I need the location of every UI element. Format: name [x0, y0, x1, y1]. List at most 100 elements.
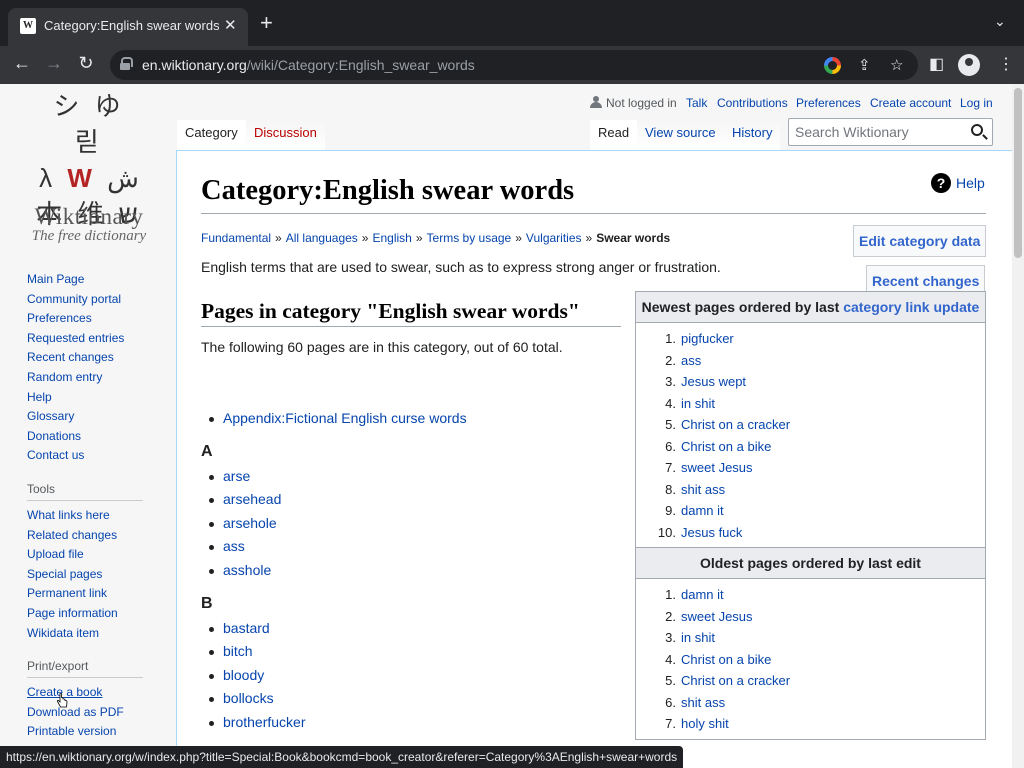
sidebar-item-preferences[interactable]: Preferences: [27, 309, 167, 329]
help-link[interactable]: ? Help: [931, 173, 985, 193]
share-icon[interactable]: ⇪: [858, 56, 871, 74]
wiktionary-logo[interactable]: シ ゆ 릳λ W ش本 维 ש Wiktionary The free dict…: [22, 88, 156, 248]
sidebar-item-printable-version[interactable]: Printable version: [27, 722, 167, 742]
breadcrumb-current: Swear words: [596, 231, 671, 245]
page-link[interactable]: Jesus fuck: [681, 525, 742, 540]
list-item: asshole: [201, 559, 621, 583]
page-link[interactable]: Christ on a bike: [681, 439, 771, 454]
sidebar-item-recent-changes[interactable]: Recent changes: [27, 348, 167, 368]
sidebar-item-community-portal[interactable]: Community portal: [27, 290, 167, 310]
sidebar-item-requested-entries[interactable]: Requested entries: [27, 329, 167, 349]
bookmark-star-icon[interactable]: ☆: [890, 56, 903, 74]
page-link[interactable]: shit ass: [681, 482, 725, 497]
sidebar-item-help[interactable]: Help: [27, 388, 167, 408]
page-link[interactable]: shit ass: [681, 695, 725, 710]
page-link[interactable]: asshole: [223, 562, 271, 578]
sidebar-item-page-information[interactable]: Page information: [27, 604, 167, 624]
sidebar-item-download-pdf[interactable]: Download as PDF: [27, 703, 167, 723]
close-tab-icon[interactable]: ✕: [224, 16, 237, 34]
sidebar-item-random-entry[interactable]: Random entry: [27, 368, 167, 388]
breadcrumb-all-languages[interactable]: All languages: [286, 231, 358, 245]
new-tab-icon[interactable]: +: [260, 12, 273, 34]
sidebar-item-special-pages[interactable]: Special pages: [27, 565, 167, 585]
tab-search-chevron-icon[interactable]: ⌄: [994, 13, 1006, 30]
page-link[interactable]: Jesus wept: [681, 374, 746, 389]
forward-icon[interactable]: →: [42, 53, 66, 74]
edit-category-data-button[interactable]: Edit category data: [853, 225, 987, 257]
page-link[interactable]: bitch: [223, 643, 253, 659]
preferences-link[interactable]: Preferences: [796, 96, 861, 110]
sidebar-item-upload-file[interactable]: Upload file: [27, 545, 167, 565]
page-link[interactable]: Christ on a bike: [681, 652, 771, 667]
page-title: Category:English swear words: [201, 171, 986, 214]
page-link[interactable]: damn it: [681, 587, 724, 602]
tab-read[interactable]: Read: [590, 120, 638, 150]
appendix-link[interactable]: Appendix:Fictional English curse words: [223, 410, 467, 426]
sidebar-item-permanent-link[interactable]: Permanent link: [27, 584, 167, 604]
page-link[interactable]: sweet Jesus: [681, 460, 753, 475]
list-item: bitch: [201, 640, 621, 664]
google-lens-icon[interactable]: [824, 57, 841, 74]
sidebar-item-glossary[interactable]: Glossary: [27, 407, 167, 427]
list-item: 7. sweet Jesus: [665, 460, 753, 475]
sidebar-item-related-changes[interactable]: Related changes: [27, 526, 167, 546]
breadcrumb-terms-by-usage[interactable]: Terms by usage: [427, 231, 512, 245]
page-link[interactable]: bloody: [223, 667, 264, 683]
page-link[interactable]: Christ on a cracker: [681, 673, 790, 688]
tab-title: Category:English swear words: [44, 18, 219, 33]
page-link[interactable]: bollocks: [223, 690, 274, 706]
list-item: 2. ass: [665, 352, 702, 368]
page-link[interactable]: arsehole: [223, 515, 277, 531]
search-input[interactable]: Search Wiktionary: [788, 118, 993, 146]
tab-category[interactable]: Category: [177, 120, 246, 150]
tab-history[interactable]: History: [724, 120, 781, 150]
page-link[interactable]: brotherfucker: [223, 714, 305, 730]
browser-menu-icon[interactable]: ⋮: [998, 54, 1014, 74]
category-link-update-link[interactable]: category link update: [843, 299, 979, 315]
search-icon[interactable]: [971, 124, 983, 136]
list-item: 8. shit ass: [665, 481, 726, 497]
page-link[interactable]: holy shit: [681, 716, 729, 731]
sidebar-item-create-a-book[interactable]: Create a book: [27, 683, 167, 703]
logo-wordmark: Wiktionary: [34, 204, 144, 229]
log-in-link[interactable]: Log in: [960, 96, 993, 110]
sidebar-item-main-page[interactable]: Main Page: [27, 270, 167, 290]
sidebar-item-donations[interactable]: Donations: [27, 427, 167, 447]
scrollbar-thumb[interactable]: [1014, 88, 1022, 258]
breadcrumb-vulgarities[interactable]: Vulgarities: [526, 231, 582, 245]
page-link[interactable]: in shit: [681, 396, 715, 411]
oldest-pages-list: 1. damn it 2. sweet Jesus 3. in shit 4. Chri…: [636, 579, 985, 739]
page-link[interactable]: ass: [223, 538, 245, 554]
page-link[interactable]: sweet Jesus: [681, 609, 753, 624]
page-link[interactable]: pigfucker: [681, 331, 734, 346]
page-link[interactable]: damn it: [681, 503, 724, 518]
reload-icon[interactable]: ↻: [74, 53, 98, 74]
tab-view-source[interactable]: View source: [637, 120, 724, 150]
page-scrollbar[interactable]: [1012, 84, 1024, 768]
sidebar-item-contact-us[interactable]: Contact us: [27, 446, 167, 466]
sidebar-item-what-links-here[interactable]: What links here: [27, 506, 167, 526]
tab-discussion[interactable]: Discussion: [246, 120, 325, 150]
sidebar-item-wikidata-item[interactable]: Wikidata item: [27, 624, 167, 644]
lock-icon[interactable]: [120, 57, 133, 70]
list-item: arsehole: [201, 512, 621, 536]
page-link[interactable]: Christ on a cracker: [681, 417, 790, 432]
page-link[interactable]: in shit: [681, 630, 715, 645]
breadcrumb-english[interactable]: English: [372, 231, 411, 245]
status-bar-url: https://en.wiktionary.org/w/index.php?ti…: [0, 746, 684, 768]
page-link[interactable]: ass: [681, 353, 701, 368]
side-panel-icon[interactable]: ◧: [929, 54, 944, 74]
url-text[interactable]: en.wiktionary.org/wiki/Category:English_…: [142, 57, 475, 73]
address-bar[interactable]: en.wiktionary.org/wiki/Category:English_…: [110, 50, 918, 80]
browser-tab[interactable]: W Category:English swear words ✕: [8, 8, 248, 46]
profile-avatar-icon[interactable]: [958, 54, 980, 76]
back-icon[interactable]: ←: [10, 53, 34, 74]
browser-toolbar: ← → ↻ en.wiktionary.org/wiki/Category:En…: [0, 46, 1024, 84]
create-account-link[interactable]: Create account: [870, 96, 951, 110]
page-link[interactable]: bastard: [223, 620, 270, 636]
talk-link[interactable]: Talk: [686, 96, 707, 110]
page-link[interactable]: arsehead: [223, 491, 281, 507]
page-link[interactable]: arse: [223, 468, 250, 484]
contributions-link[interactable]: Contributions: [717, 96, 788, 110]
breadcrumb-fundamental[interactable]: Fundamental: [201, 231, 271, 245]
